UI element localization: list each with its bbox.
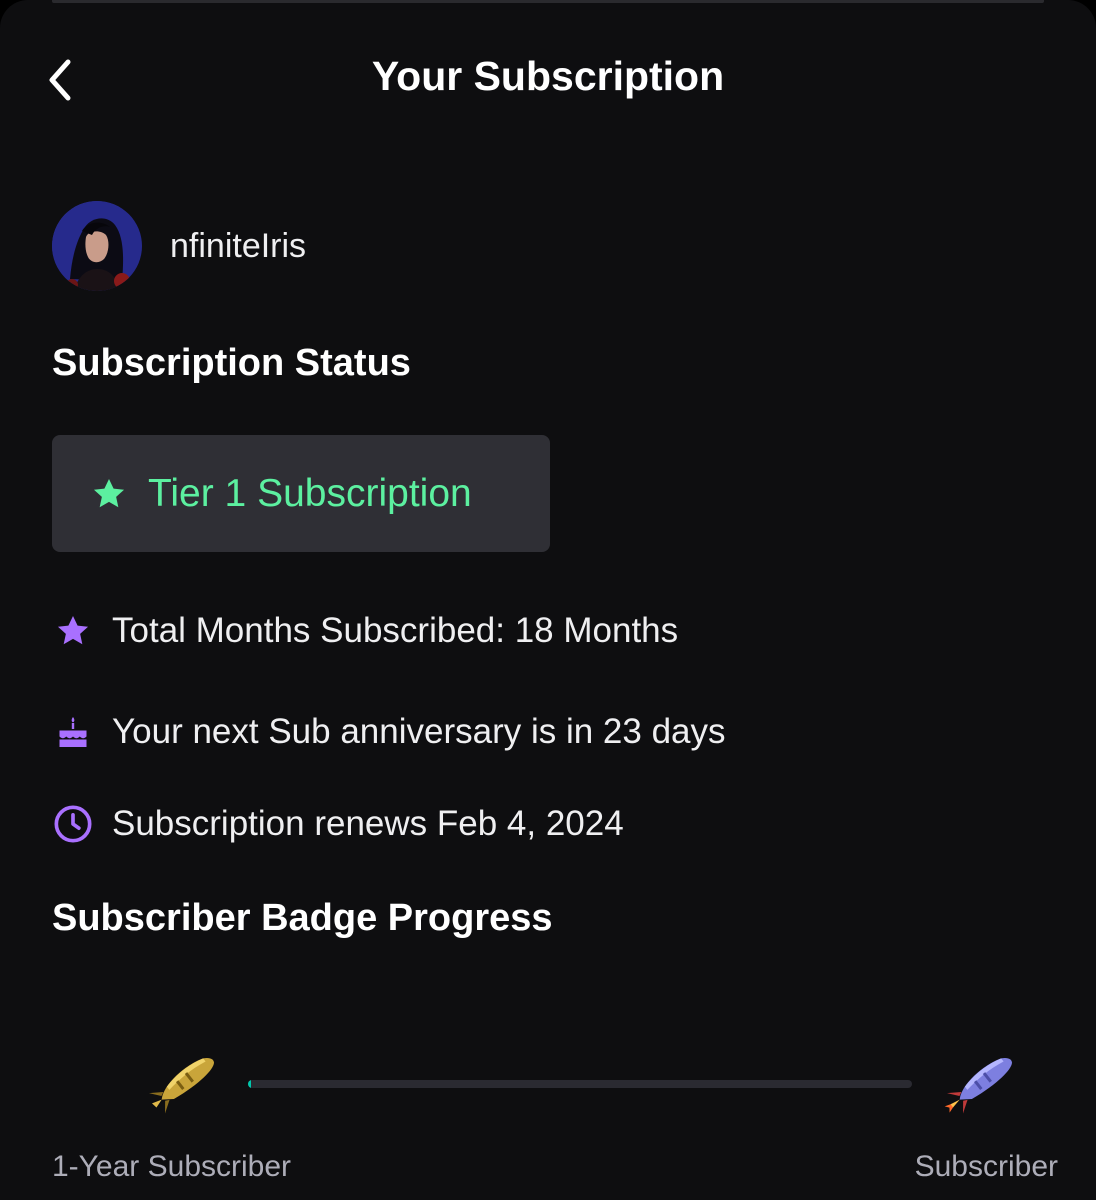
subscription-status-heading: Subscription Status: [52, 342, 411, 384]
renewal-row: Subscription renews Feb 4, 2024: [52, 800, 624, 848]
anniversary-row: Your next Sub anniversary is in 23 days: [52, 708, 726, 756]
cake-icon: [52, 711, 94, 753]
anniversary-text: Your next Sub anniversary is in 23 days: [112, 712, 726, 751]
gold-rocket-icon: [138, 1048, 228, 1118]
star-icon: [93, 478, 125, 507]
channel-row[interactable]: nfiniteIris: [52, 200, 306, 292]
badge-progress-bar: [248, 1080, 912, 1088]
tier-label: Tier 1 Subscription: [148, 471, 472, 515]
clock-icon: [52, 803, 94, 845]
total-months-row: Total Months Subscribed: 18 Months: [52, 607, 678, 655]
badge-progress-fill: [248, 1080, 251, 1088]
star-icon: [52, 610, 94, 652]
total-months-text: Total Months Subscribed: 18 Months: [112, 611, 679, 650]
page-title: Your Subscription: [371, 53, 725, 99]
avatar[interactable]: [52, 201, 142, 291]
renewal-text: Subscription renews Feb 4, 2024: [112, 804, 624, 843]
badge-progress-heading: Subscriber Badge Progress: [52, 897, 553, 939]
avatar-image: [52, 201, 142, 291]
purple-rocket-icon: [936, 1048, 1026, 1118]
tier-badge: Tier 1 Subscription: [52, 435, 550, 552]
next-badge-label: Subscriber: [914, 1150, 1058, 1183]
current-badge-label: 1-Year Subscriber: [52, 1150, 292, 1183]
sheet-top-border: [52, 0, 1044, 3]
channel-name[interactable]: nfiniteIris: [170, 227, 306, 266]
subscription-sheet: Your Subscription nfiniteIris Subscripti…: [0, 0, 1096, 1200]
